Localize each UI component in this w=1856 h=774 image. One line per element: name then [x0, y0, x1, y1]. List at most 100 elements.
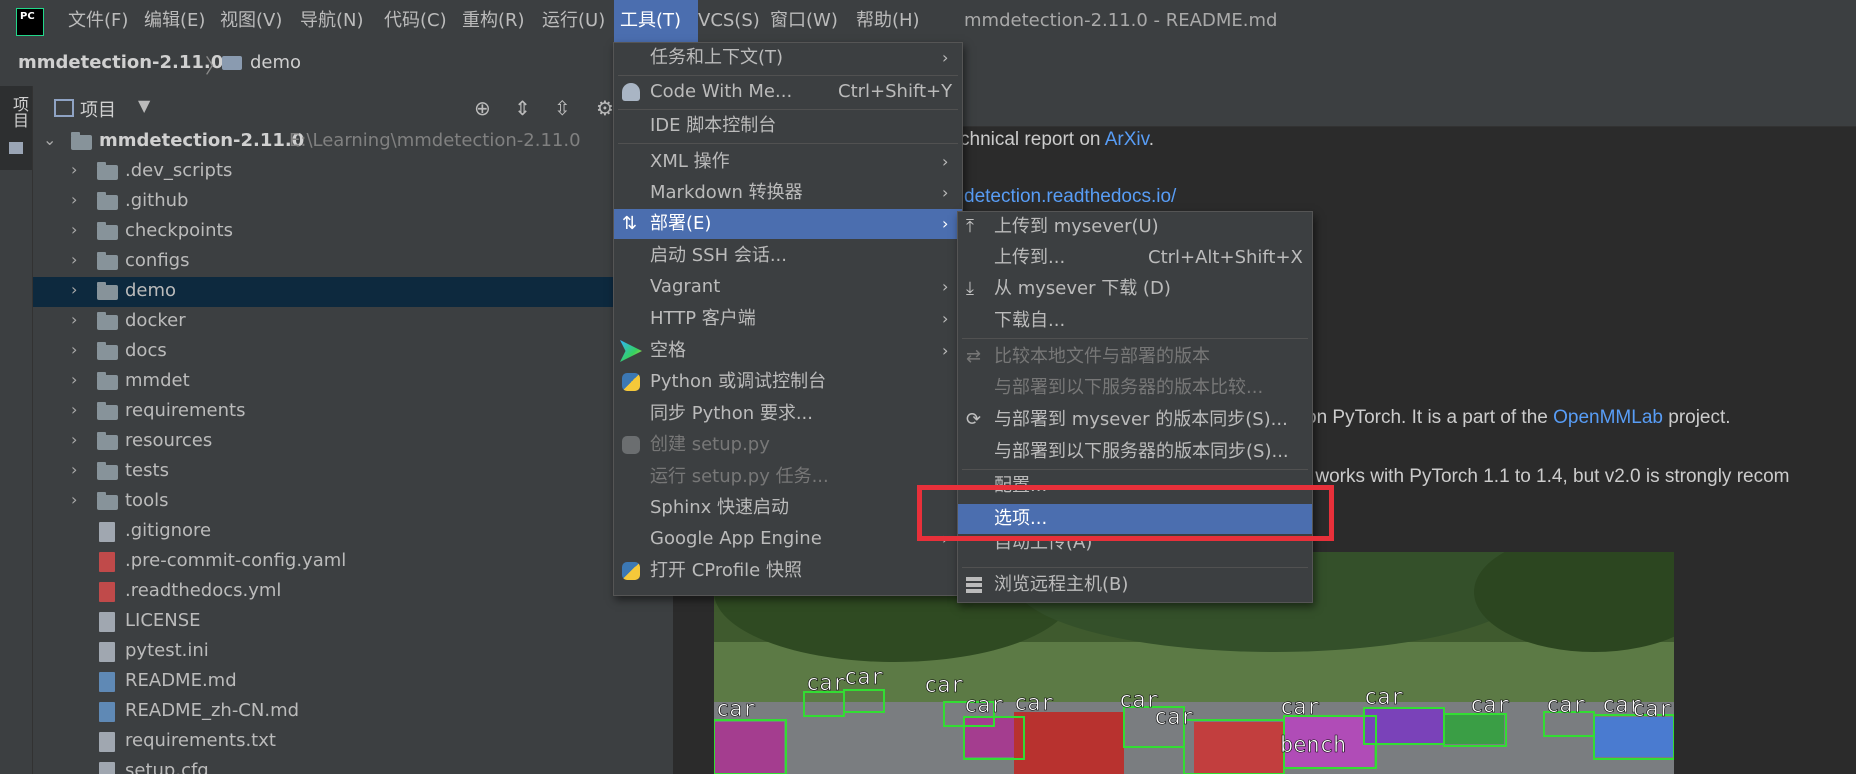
expand-all-icon[interactable]: ⇕ — [514, 96, 531, 120]
menu-item-cprofile[interactable]: 打开 CProfile 快照 — [614, 556, 962, 586]
tree-file-row[interactable]: .gitignore — [33, 517, 673, 547]
chevron-right-icon[interactable]: › — [71, 370, 77, 389]
menu-item-upload-to[interactable]: 上传到... Ctrl+Alt+Shift+X — [958, 243, 1312, 273]
menu-view[interactable]: 视图(V) — [214, 0, 288, 42]
menu-item-http-client[interactable]: HTTP 客户端 › — [614, 304, 962, 334]
menu-item-sync-requirements[interactable]: 同步 Python 要求... — [614, 399, 962, 429]
breadcrumb-current[interactable]: demo — [250, 52, 301, 73]
menu-item-space[interactable]: 空格 › — [614, 336, 962, 366]
menu-item-sphinx[interactable]: Sphinx 快速启动 — [614, 493, 962, 523]
tree-folder-row[interactable]: › configs — [33, 247, 673, 277]
folder-icon — [97, 312, 118, 330]
tree-folder-row-selected[interactable]: › demo — [33, 277, 673, 307]
tree-file-row[interactable]: LICENSE — [33, 607, 673, 637]
tree-label: README_zh-CN.md — [125, 700, 300, 721]
tree-file-row[interactable]: README_zh-CN.md — [33, 697, 673, 727]
menu-item-xml-actions[interactable]: XML 操作 › — [614, 147, 962, 177]
tree-folder-row[interactable]: › tests — [33, 457, 673, 487]
project-tool-tab-label[interactable]: 项目 — [7, 96, 31, 128]
menu-file[interactable]: 文件(F) — [62, 0, 134, 42]
folder-icon — [97, 192, 118, 210]
menu-item-sync-with-mysever[interactable]: ⟳ 与部署到 mysever 的版本同步(S)... — [958, 405, 1312, 435]
menu-item-code-with-me[interactable]: Code With Me... Ctrl+Shift+Y — [614, 77, 962, 107]
tree-folder-row[interactable]: › requirements — [33, 397, 673, 427]
menu-item-deployment[interactable]: ⇅ 部署(E) › — [614, 209, 962, 239]
menu-separator — [618, 143, 958, 144]
menu-help[interactable]: 帮助(H) — [850, 0, 926, 42]
chevron-right-icon: › — [942, 309, 949, 328]
tree-root-row[interactable]: ⌄ mmdetection-2.11.0 E:\Learning\mmdetec… — [33, 127, 673, 157]
tree-folder-row[interactable]: › tools — [33, 487, 673, 517]
detection-label: car — [844, 665, 884, 690]
menu-item-vagrant[interactable]: Vagrant › — [614, 272, 962, 302]
menu-item-ide-script-console[interactable]: IDE 脚本控制台 — [614, 111, 962, 141]
tree-file-row[interactable]: .readthedocs.yml — [33, 577, 673, 607]
docs-link[interactable]: detection.readthedocs.io/ — [964, 186, 1176, 208]
menu-item-download-from[interactable]: 下载自... — [958, 306, 1312, 336]
chevron-right-icon[interactable]: › — [71, 250, 77, 269]
chevron-down-icon[interactable]: ▼ — [138, 96, 150, 115]
python-icon — [622, 562, 640, 580]
chevron-right-icon[interactable]: › — [71, 310, 77, 329]
tree-folder-row[interactable]: › .dev_scripts — [33, 157, 673, 187]
menu-code[interactable]: 代码(C) — [378, 0, 453, 42]
menu-item-tasks[interactable]: 任务和上下文(T) › — [614, 43, 962, 73]
tree-label: resources — [125, 430, 213, 451]
pycharm-logo-icon[interactable]: PC — [16, 8, 44, 36]
chevron-right-icon[interactable]: › — [71, 280, 77, 299]
gear-icon[interactable]: ⚙ — [596, 96, 614, 120]
tree-file-row[interactable]: requirements.txt — [33, 727, 673, 757]
folder-icon — [97, 432, 118, 450]
tree-folder-row[interactable]: › resources — [33, 427, 673, 457]
menu-edit[interactable]: 编辑(E) — [138, 0, 211, 42]
readme-text: . — [1148, 129, 1154, 150]
menu-item-label: 空格 — [650, 340, 686, 361]
tree-file-row[interactable]: pytest.ini — [33, 637, 673, 667]
readme-text: on PyTorch. It is a part of the — [1306, 407, 1554, 428]
menu-item-label: 比较本地文件与部署的版本 — [994, 346, 1210, 367]
tree-folder-row[interactable]: › .github — [33, 187, 673, 217]
chevron-right-icon[interactable]: › — [71, 340, 77, 359]
menu-run[interactable]: 运行(U) — [536, 0, 611, 42]
menu-item-ssh-session[interactable]: 启动 SSH 会话... — [614, 241, 962, 271]
menu-item-download-from-mysever[interactable]: ⤓ 从 mysever 下载 (D) — [958, 274, 1312, 304]
menu-tools[interactable]: 工具(T) — [614, 0, 698, 42]
collapse-all-icon[interactable]: ⇳ — [554, 96, 571, 120]
arxiv-link[interactable]: ArXiv — [1105, 129, 1149, 150]
tree-folder-row[interactable]: › checkpoints — [33, 217, 673, 247]
menu-navigate[interactable]: 导航(N) — [294, 0, 370, 42]
tree-file-row[interactable]: setup.cfg — [33, 757, 673, 774]
menu-item-google-app-engine[interactable]: Google App Engine › — [614, 524, 962, 554]
folder-icon — [9, 142, 23, 154]
tree-folder-row[interactable]: › docker — [33, 307, 673, 337]
menu-window[interactable]: 窗口(W) — [764, 0, 844, 42]
project-panel-title[interactable]: 项目 — [80, 96, 116, 122]
menu-item-label: Vagrant — [650, 276, 721, 297]
chevron-right-icon[interactable]: › — [71, 490, 77, 509]
menu-item-upload-to-mysever[interactable]: ⤒ 上传到 mysever(U) — [958, 212, 1312, 242]
chevron-right-icon[interactable]: › — [71, 190, 77, 209]
tree-file-row[interactable]: README.md — [33, 667, 673, 697]
menu-item-python-console[interactable]: Python 或调试控制台 — [614, 367, 962, 397]
chevron-right-icon[interactable]: › — [71, 400, 77, 419]
chevron-right-icon[interactable]: › — [71, 160, 77, 179]
menu-refactor[interactable]: 重构(R) — [456, 0, 531, 42]
tree-label: .github — [125, 190, 189, 211]
chevron-right-icon[interactable]: › — [71, 430, 77, 449]
chevron-right-icon[interactable]: › — [71, 460, 77, 479]
menu-vcs[interactable]: VCS(S) — [692, 0, 766, 42]
chevron-right-icon: › — [942, 214, 949, 233]
tree-file-row[interactable]: .pre-commit-config.yaml — [33, 547, 673, 577]
openmmlab-link[interactable]: OpenMMLab — [1553, 407, 1663, 428]
tree-folder-row[interactable]: › docs — [33, 337, 673, 367]
text-file-icon — [99, 732, 115, 752]
locate-icon[interactable]: ⊕ — [474, 96, 491, 120]
chevron-down-icon[interactable]: ⌄ — [43, 130, 56, 149]
menu-item-label: 与部署到以下服务器的版本比较... — [994, 377, 1264, 398]
menu-item-markdown-converter[interactable]: Markdown 转换器 › — [614, 178, 962, 208]
breadcrumb-root[interactable]: mmdetection-2.11.0 — [18, 52, 223, 73]
menu-item-browse-remote-host[interactable]: 浏览远程主机(B) — [958, 570, 1312, 600]
chevron-right-icon[interactable]: › — [71, 220, 77, 239]
menu-item-sync-with-server[interactable]: 与部署到以下服务器的版本同步(S)... — [958, 437, 1312, 467]
tree-folder-row[interactable]: › mmdet — [33, 367, 673, 397]
